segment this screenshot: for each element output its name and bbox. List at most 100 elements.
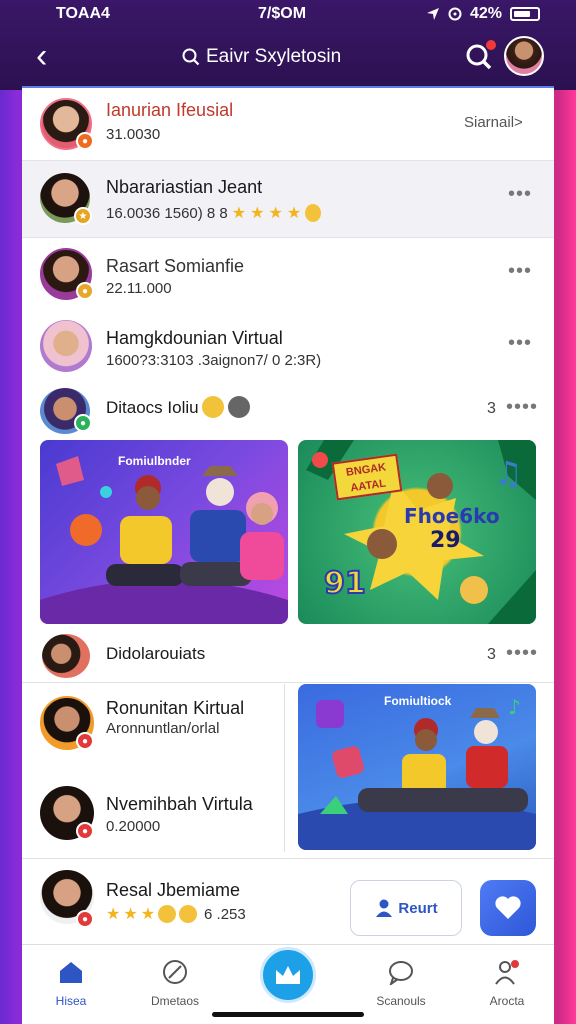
contact-meta: 6 .253 — [204, 905, 246, 923]
divider — [22, 858, 554, 859]
star-icon: ★ — [231, 205, 247, 222]
tab-label: Dmetaos — [150, 994, 200, 1008]
contact-meta: 31.0030 — [106, 126, 161, 143]
tab-label: Scanouls — [376, 994, 426, 1008]
alarm-icon — [448, 7, 462, 21]
group-name: Didolarouiats — [106, 644, 206, 663]
coin-icon — [305, 204, 322, 222]
compass-icon — [163, 960, 187, 984]
card-illustration: ♪ — [298, 695, 536, 850]
status-badge: ● — [76, 910, 94, 928]
tab-schedules[interactable]: Scanouls — [356, 945, 446, 1024]
status-bar: TOAA4 7/$OM 42% — [0, 0, 576, 28]
coin-icon — [158, 905, 177, 923]
more-options-button[interactable]: ••• — [508, 260, 532, 283]
star-icon: ★ — [268, 205, 283, 222]
status-badge: ★ — [74, 207, 92, 225]
emoji-icon — [202, 396, 224, 418]
create-fab-button[interactable] — [260, 947, 316, 1003]
group-count: 3 — [487, 400, 496, 417]
list-item[interactable]: ● Ianurian Ifeusial 31.0030 Siarnail> — [22, 88, 554, 160]
list-item[interactable]: ★ Nbarariastian Jeant 16.0036 1560) 8 8 … — [22, 161, 554, 237]
star-icon: ★ — [286, 205, 302, 222]
status-badge: ● — [76, 132, 94, 150]
event-card-bottom[interactable]: Fomiultiock ♪ — [298, 684, 536, 850]
contact-meta: 16.0036 1560) 8 8 — [106, 204, 228, 222]
battery-percent: 42% — [469, 5, 502, 22]
battery-icon — [510, 7, 540, 21]
meta-line: ★ ★ ★ 6 .253 — [106, 904, 246, 924]
card-title: Fhoe6ko — [404, 504, 500, 528]
status-badge: ● — [76, 282, 94, 300]
group-header[interactable]: ● Ditaocs Ioliu 3 •••• — [22, 384, 554, 436]
list-item[interactable]: ● Nvemihbah Virtula 0.20000 — [22, 776, 284, 856]
contact-name: Nbarariastian Jeant — [106, 177, 263, 197]
coin-icon — [179, 905, 198, 923]
column-divider — [284, 684, 285, 852]
card-number-large: 91 — [323, 565, 367, 602]
list-item[interactable]: Hamgkdounian Virtual 1600?3:3103 .3aigno… — [22, 314, 554, 384]
more-options-button[interactable]: •••• — [506, 642, 538, 665]
contact-name: Ianurian Ifeusial — [106, 100, 234, 120]
rsvp-label: Reurt — [398, 899, 438, 917]
rsvp-button[interactable]: Reurt — [350, 880, 462, 936]
home-icon — [60, 962, 82, 983]
back-button[interactable]: ‹ — [36, 36, 47, 76]
tab-account[interactable]: Arocta — [462, 945, 552, 1024]
group-header[interactable]: Didolarouiats 3 •••• — [22, 628, 554, 680]
person-icon — [495, 960, 519, 985]
header-title-wrap: Eaivr Sxyletosin — [182, 46, 341, 68]
tab-label: Hisea — [55, 994, 87, 1008]
svg-text:♪: ♪ — [508, 695, 521, 719]
crown-icon — [276, 966, 300, 984]
group-name: Ditaocs Ioliu — [106, 398, 199, 417]
main-panel: ● Ianurian Ifeusial 31.0030 Siarnail> ★ … — [22, 86, 554, 944]
contact-meta: 1600?3:3103 .3aignon7/ 0 2:3R) — [106, 352, 322, 369]
list-item[interactable]: ● Rasart Somianfie 22.11.000 ••• — [22, 238, 554, 314]
search-icon[interactable] — [182, 48, 200, 66]
card-number: 29 — [430, 528, 461, 553]
status-right: 42% — [426, 5, 540, 23]
contact-name: Rasart Somianfie — [106, 256, 245, 276]
status-left-text: TOAA4 — [56, 5, 110, 22]
location-icon — [426, 8, 439, 20]
meta-line: 16.0036 1560) 8 8 ★ ★ ★ ★ — [106, 203, 322, 223]
avatar — [40, 320, 92, 372]
status-time: 7/$OM — [258, 5, 307, 22]
status-badge: ● — [76, 822, 94, 840]
contact-meta: 22.11.000 — [106, 280, 172, 297]
star-icon: ★ — [250, 205, 265, 222]
svg-text:♫: ♫ — [494, 454, 523, 492]
contact-name: Resal Jbemiame — [106, 880, 241, 900]
tab-discover[interactable]: Dmetaos — [130, 945, 220, 1024]
contact-meta: Aronnuntlan/orlal — [106, 720, 220, 737]
avatar — [42, 634, 90, 678]
tab-label: Arocta — [489, 994, 525, 1008]
like-button[interactable] — [480, 880, 536, 936]
event-card-left[interactable]: Fomiulbnder — [40, 440, 288, 624]
more-options-button[interactable]: ••• — [508, 332, 532, 355]
star-icon: ★ — [140, 906, 156, 923]
status-badge: ● — [74, 414, 92, 432]
notifications-button[interactable] — [464, 40, 496, 72]
contact-name: Nvemihbah Virtula — [106, 794, 253, 814]
profile-avatar[interactable] — [504, 36, 544, 76]
more-options-button[interactable]: ••• — [508, 183, 532, 206]
app-header: ‹ Eaivr Sxyletosin — [22, 30, 554, 84]
chat-bubble-icon — [389, 961, 413, 987]
contact-meta: 0.20000 — [106, 818, 161, 835]
more-options-button[interactable]: •••• — [506, 396, 538, 419]
contact-name: Hamgkdounian Virtual — [106, 328, 283, 348]
page-title: Eaivr Sxyletosin — [206, 46, 342, 67]
event-card-right[interactable]: ♫ BNGAK AATAL Fhoe6ko 29 91 — [298, 440, 536, 624]
star-icon: ★ — [123, 906, 138, 923]
person-icon — [376, 899, 393, 917]
star-icon: ★ — [106, 906, 121, 923]
list-item[interactable]: ● Resal Jbemiame ★ ★ ★ 6 .253 — [22, 860, 554, 944]
action-link[interactable]: Siarnail> — [464, 114, 523, 131]
home-indicator — [212, 1012, 364, 1017]
tab-home[interactable]: Hisea — [26, 945, 116, 1024]
status-badge: ● — [76, 732, 94, 750]
list-item[interactable]: ● Ronunitan Kirtual Aronnuntlan/orlal — [22, 686, 284, 770]
divider — [22, 682, 554, 683]
